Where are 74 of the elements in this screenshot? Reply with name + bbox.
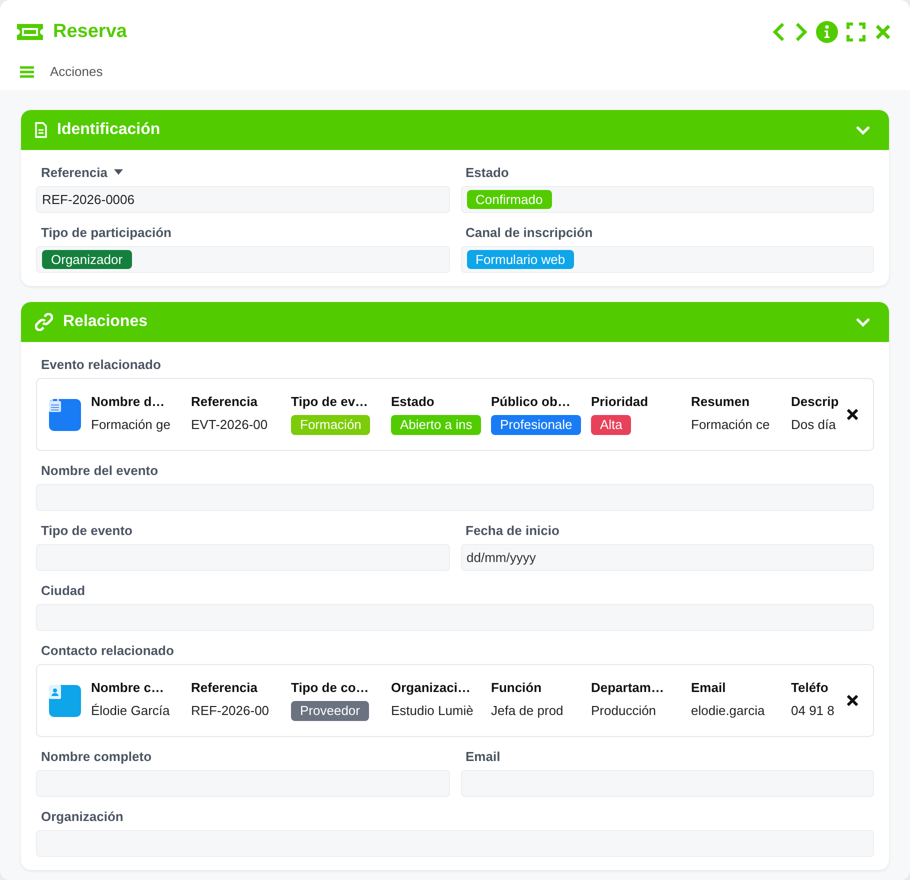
reference-card[interactable]: Nombre c… Élodie García Referencia REF-2026-00 Tipo de co… Proveedor Organizaci… Estudio Lumiè Función Jefa de prod Departam… Producción Email elodie.garcia Teléfo 04 91 8 — [36, 664, 874, 737]
remove-icon[interactable] — [846, 694, 859, 707]
column-header: Tipo de ev… — [291, 394, 368, 409]
cell-text: Élodie García — [91, 702, 170, 720]
previous-icon[interactable] — [772, 22, 786, 42]
remove-icon[interactable] — [846, 408, 859, 421]
column-header: Nombre d… — [91, 394, 165, 409]
column-header: Función — [491, 680, 542, 695]
field-label: Nombre completo — [41, 748, 152, 764]
actions-menu-button[interactable]: Acciones — [14, 60, 109, 83]
field-label: Evento relacionado — [41, 356, 161, 372]
column-header: Resumen — [691, 394, 750, 409]
status-badge: Organizador — [42, 250, 132, 269]
input-field[interactable]: dd/mm/yyyy — [460, 544, 874, 571]
cell-text: elodie.garcia — [691, 702, 765, 720]
column-header: Teléfo — [791, 680, 828, 695]
next-icon[interactable] — [794, 22, 808, 42]
input-field[interactable]: REF-2026-0006 — [36, 186, 450, 213]
column-header: Estado — [391, 394, 434, 409]
column-header: Departam… — [591, 680, 664, 695]
field-label: Referencia — [41, 164, 108, 180]
tag-badge: Abierto a ins — [391, 415, 482, 435]
menu-icon — [20, 66, 34, 78]
cell-text: REF-2026-00 — [191, 702, 270, 720]
chevron-icon[interactable] — [855, 125, 871, 135]
link-icon — [35, 313, 53, 331]
tag-badge: Proveedor — [291, 701, 369, 721]
column-header: Público ob… — [491, 394, 570, 409]
column-header: Organizaci… — [391, 680, 470, 695]
cell-text: Formación ce — [691, 416, 770, 434]
field-label: Organización — [41, 808, 124, 824]
cell-text: Formación ge — [91, 416, 170, 434]
cell-text: Jefa de prod — [491, 702, 564, 720]
tag-badge: Profesionale — [491, 415, 582, 435]
close-icon[interactable] — [874, 23, 892, 41]
section-title: Relaciones — [63, 313, 148, 331]
cell-text: Dos día — [791, 416, 836, 434]
fullscreen-icon[interactable] — [846, 22, 866, 42]
cell-text: EVT-2026-00 — [191, 416, 268, 434]
column-header: Descrip — [791, 394, 839, 409]
column-header: Email — [691, 680, 726, 695]
cell-text: Producción — [591, 702, 656, 720]
column-header: Referencia — [191, 394, 258, 409]
contact-icon — [49, 684, 81, 716]
cell-text: Estudio Lumiè — [391, 702, 474, 720]
info-icon[interactable] — [816, 21, 838, 43]
ticket-icon — [15, 22, 45, 42]
field-label: Estado — [466, 164, 509, 180]
calendar-icon — [49, 398, 81, 430]
column-header: Nombre c… — [91, 680, 164, 695]
document-icon — [35, 122, 47, 138]
field-label: Tipo de participación — [41, 224, 172, 240]
window-title: Reserva — [53, 21, 127, 43]
field-label: Contacto relacionado — [41, 642, 174, 658]
status-badge: Confirmado — [466, 190, 552, 209]
column-header: Referencia — [191, 680, 258, 695]
chevron-icon[interactable] — [855, 317, 871, 327]
status-badge: Formulario web — [466, 250, 574, 269]
column-header: Tipo de co… — [291, 680, 369, 695]
column-header: Prioridad — [591, 394, 648, 409]
caret-icon[interactable] — [114, 169, 124, 175]
field-label: Canal de inscripción — [466, 224, 593, 240]
tag-badge: Alta — [591, 415, 632, 435]
field-label: Tipo de evento — [41, 522, 132, 538]
field-label: Ciudad — [41, 582, 86, 598]
tag-badge: Formación — [291, 415, 370, 435]
field-label: Email — [466, 748, 500, 764]
input-field[interactable]: Formulario web — [460, 246, 874, 273]
section-title: Identificación — [57, 121, 160, 139]
field-label: Fecha de inicio — [466, 522, 560, 538]
field-label: Nombre del evento — [41, 462, 158, 478]
reference-card[interactable]: Nombre d… Formación ge Referencia EVT-2026-00 Tipo de ev… Formación Estado Abierto a ins Público ob… Profesionale Prioridad Alta Resumen Formación ce Descrip Dos día — [36, 378, 874, 451]
cell-text: 04 91 8 — [791, 702, 834, 720]
input-field[interactable]: Organizador — [36, 246, 450, 273]
